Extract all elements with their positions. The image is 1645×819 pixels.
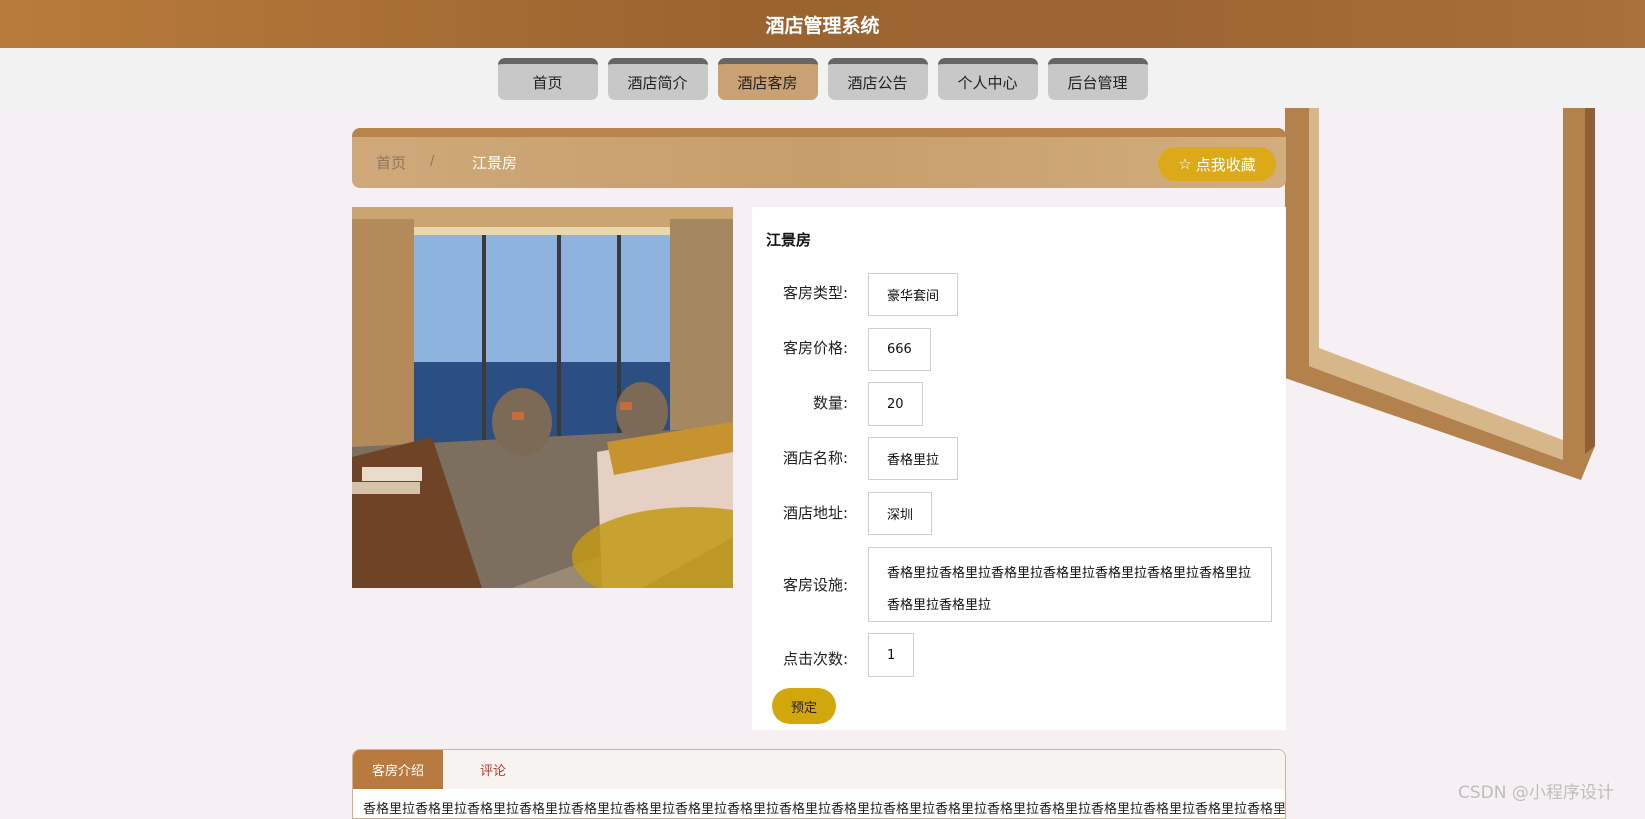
nav-admin[interactable]: 后台管理	[1047, 58, 1148, 100]
hotel-address-label: 酒店地址:	[782, 504, 848, 522]
room-price-value: 666	[868, 328, 931, 371]
nav-hotel-intro[interactable]: 酒店简介	[607, 58, 708, 100]
breadcrumb-separator: /	[430, 154, 435, 169]
tab-room-intro[interactable]: 客房介绍	[353, 750, 443, 789]
room-title: 江景房	[766, 231, 812, 249]
nav-personal-center[interactable]: 个人中心	[937, 58, 1038, 100]
click-count-value: 1	[868, 633, 915, 677]
breadcrumb: 首页 / 江景房 ☆ 点我收藏	[352, 128, 1286, 188]
app-title: 酒店管理系统	[765, 14, 880, 37]
quantity-label: 数量:	[812, 394, 848, 412]
favorite-button[interactable]: ☆ 点我收藏	[1158, 147, 1276, 181]
room-photo	[352, 207, 733, 588]
room-detail-panel: 江景房 客房类型: 豪华套间 客房价格: 666 数量: 20 酒店名称: 香格…	[752, 207, 1286, 730]
hotel-name-value: 香格里拉	[868, 437, 959, 480]
tab-comments[interactable]: 评论	[443, 750, 543, 789]
tab-strip: 客房介绍 评论	[353, 750, 1285, 789]
star-outline-icon: ☆	[1178, 155, 1192, 173]
room-intro-text: 香格里拉香格里拉香格里拉香格里拉香格里拉香格里拉香格里拉香格里拉香格里拉香格里拉…	[363, 802, 1286, 817]
room-type-value: 豪华套间	[868, 273, 959, 316]
room-facilities-label: 客房设施:	[782, 576, 848, 594]
room-tabs: 客房介绍 评论 香格里拉香格里拉香格里拉香格里拉香格里拉香格里拉香格里拉香格里拉…	[352, 749, 1286, 819]
breadcrumb-home-link[interactable]: 首页	[376, 152, 406, 173]
nav-hotel-notices[interactable]: 酒店公告	[827, 58, 928, 100]
breadcrumb-current: 江景房	[472, 154, 518, 172]
click-count-label: 点击次数:	[782, 650, 848, 668]
app-header: 酒店管理系统	[0, 0, 1645, 48]
watermark: CSDN @小程序设计	[1458, 783, 1614, 803]
quantity-value: 20	[868, 382, 923, 426]
hotel-name-label: 酒店名称:	[782, 449, 848, 467]
room-price-label: 客房价格:	[782, 339, 848, 357]
main-nav: 首页 酒店简介 酒店客房 酒店公告 个人中心 后台管理	[0, 48, 1645, 109]
room-facilities-value: 香格里拉香格里拉香格里拉香格里拉香格里拉香格里拉香格里拉香格里拉香格里拉	[868, 547, 1272, 622]
nav-home[interactable]: 首页	[497, 58, 598, 100]
favorite-label: 点我收藏	[1195, 155, 1256, 174]
room-type-label: 客房类型:	[782, 284, 848, 302]
nav-hotel-rooms[interactable]: 酒店客房	[717, 58, 818, 100]
book-button[interactable]: 预定	[772, 688, 836, 724]
decorative-picture-frame	[1285, 108, 1595, 480]
hotel-address-value: 深圳	[868, 492, 933, 535]
